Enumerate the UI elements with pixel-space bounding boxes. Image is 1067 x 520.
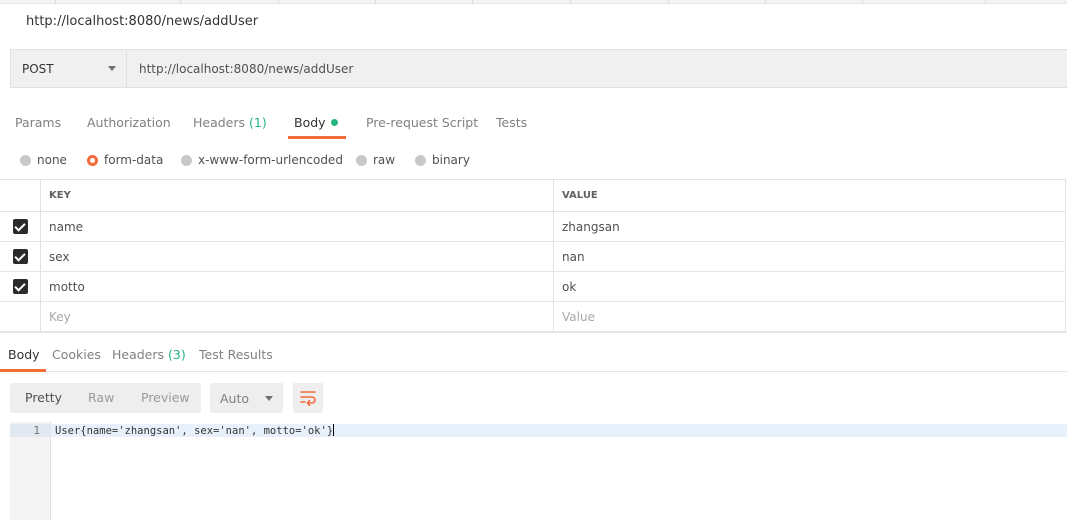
- header-check-cell: [0, 180, 41, 211]
- radio-form-data[interactable]: form-data: [87, 148, 163, 172]
- key-text: name: [49, 219, 84, 234]
- preview-button[interactable]: Preview: [141, 383, 190, 413]
- radio-circle-icon: [20, 154, 31, 166]
- tab-body[interactable]: Body: [288, 101, 346, 139]
- radio-circle-icon: [415, 154, 426, 166]
- row-check-cell: [0, 242, 41, 271]
- check-icon[interactable]: [12, 219, 28, 234]
- key-placeholder: Key: [49, 309, 71, 324]
- value-text: zhangsan: [562, 219, 620, 234]
- table-row: name zhangsan: [0, 212, 1066, 242]
- new-row: Key Value: [0, 302, 1066, 332]
- response-tab-cookies[interactable]: Cookies: [52, 333, 101, 372]
- tab-label: Body: [294, 115, 326, 130]
- table-row: sex nan: [0, 242, 1066, 272]
- request-tabs: Params Authorization Headers (1) Body Pr…: [0, 101, 1067, 139]
- response-text-content: User{name='zhangsan', sex='nan', motto='…: [55, 425, 334, 437]
- method-select[interactable]: POST: [11, 50, 127, 87]
- check-icon[interactable]: [12, 249, 28, 264]
- url-input[interactable]: [127, 50, 1067, 87]
- code-line: User{name='zhangsan', sex='nan', motto='…: [51, 424, 1067, 437]
- tab-params[interactable]: Params: [15, 101, 61, 139]
- form-data-table: KEY VALUE name zhangsan sex nan motto ok…: [0, 179, 1066, 332]
- wrap-lines-button[interactable]: [293, 383, 323, 413]
- text-cursor: [333, 424, 335, 436]
- view-mode-group: Pretty Raw Preview: [10, 383, 201, 413]
- key-text: sex: [49, 249, 70, 264]
- check-icon[interactable]: [12, 279, 28, 294]
- radio-none[interactable]: none: [20, 148, 67, 172]
- radio-x-www-form-urlencoded[interactable]: x-www-form-urlencoded: [181, 148, 343, 172]
- response-tab-body[interactable]: Body: [0, 333, 46, 372]
- tab-tests[interactable]: Tests: [496, 101, 527, 139]
- headers-count-badge: (1): [249, 115, 267, 130]
- response-body-editor[interactable]: 1 User{name='zhangsan', sex='nan', motto…: [10, 422, 1067, 520]
- value-text: ok: [562, 279, 577, 294]
- radio-circle-icon: [356, 154, 367, 166]
- value-cell[interactable]: ok: [554, 272, 1066, 301]
- tab-label: Test Results: [199, 347, 273, 362]
- window-tab-strip: [0, 0, 1067, 4]
- radio-label: none: [37, 153, 67, 167]
- new-value-input[interactable]: Value: [554, 302, 1066, 331]
- response-tab-headers[interactable]: Headers (3): [112, 333, 186, 372]
- response-text: User{name='zhangsan', sex='nan', motto='…: [55, 424, 335, 438]
- radio-label: binary: [432, 153, 470, 167]
- tab-label: Tests: [496, 115, 528, 130]
- tab-label: Authorization: [87, 115, 171, 130]
- row-check-cell: [0, 212, 41, 241]
- key-cell[interactable]: sex: [41, 242, 554, 271]
- tab-pre-request-script[interactable]: Pre-request Script: [366, 101, 478, 139]
- radio-label: form-data: [104, 153, 164, 167]
- key-cell[interactable]: name: [41, 212, 554, 241]
- tab-label: Cookies: [52, 347, 101, 362]
- url-bar: POST: [10, 49, 1067, 88]
- tab-label: Headers: [112, 347, 165, 362]
- radio-raw[interactable]: raw: [356, 148, 395, 172]
- body-indicator-dot-icon: [330, 119, 338, 126]
- key-column-header: KEY: [41, 180, 554, 211]
- tab-label: Pre-request Script: [366, 115, 479, 130]
- new-key-input[interactable]: Key: [41, 302, 554, 331]
- tab-headers[interactable]: Headers (1): [193, 101, 267, 139]
- radio-label: raw: [373, 153, 396, 167]
- chevron-down-icon: [265, 395, 273, 401]
- response-tab-test-results[interactable]: Test Results: [199, 333, 273, 372]
- tab-label: Body: [8, 347, 40, 362]
- chevron-down-icon: [108, 66, 116, 71]
- response-tabs: Body Cookies Headers (3) Test Results: [0, 332, 1067, 372]
- raw-button[interactable]: Raw: [88, 383, 114, 413]
- format-select[interactable]: Auto: [210, 383, 283, 413]
- tab-label: Headers: [193, 115, 246, 130]
- format-select-value: Auto: [220, 390, 250, 406]
- table-row: motto ok: [0, 272, 1066, 302]
- table-header: KEY VALUE: [0, 180, 1066, 212]
- value-text: nan: [562, 249, 585, 264]
- headers-count-badge: (3): [168, 347, 186, 362]
- pretty-button[interactable]: Pretty: [25, 383, 62, 413]
- value-placeholder: Value: [562, 309, 595, 324]
- value-cell[interactable]: nan: [554, 242, 1066, 271]
- body-type-options: none form-data x-www-form-urlencoded raw…: [0, 148, 1067, 172]
- key-text: motto: [49, 279, 85, 294]
- tab-label: Params: [15, 115, 62, 130]
- value-column-header: VALUE: [554, 180, 1066, 211]
- line-number: 1: [10, 424, 51, 437]
- radio-selected-icon: [87, 154, 98, 166]
- tab-authorization[interactable]: Authorization: [87, 101, 171, 139]
- method-label: POST: [22, 61, 54, 76]
- request-title: http://localhost:8080/news/addUser: [26, 14, 259, 29]
- radio-circle-icon: [181, 154, 192, 166]
- radio-binary[interactable]: binary: [415, 148, 470, 172]
- row-check-cell: [0, 302, 41, 331]
- key-cell[interactable]: motto: [41, 272, 554, 301]
- row-check-cell: [0, 272, 41, 301]
- radio-label: x-www-form-urlencoded: [198, 153, 343, 167]
- wrap-lines-icon: [300, 391, 316, 406]
- value-cell[interactable]: zhangsan: [554, 212, 1066, 241]
